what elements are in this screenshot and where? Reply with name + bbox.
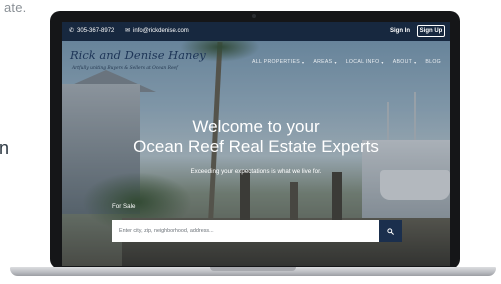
- hero-title-line2: Ocean Reef Real Estate Experts: [133, 137, 379, 156]
- nav-item-local-info[interactable]: LOCAL INFO ▾: [346, 59, 384, 65]
- nav-item-all-properties[interactable]: ALL PROPERTIES ▾: [252, 59, 304, 65]
- nav-item-label: AREAS: [313, 59, 333, 65]
- nav-item-about[interactable]: ABOUT ▾: [393, 59, 417, 65]
- search-input[interactable]: [112, 220, 379, 242]
- hero-subtitle: Exceeding your expectations is what we l…: [190, 168, 322, 175]
- nav-item-label: BLOG: [425, 59, 442, 65]
- phone-number: 305-367-8972: [77, 27, 115, 34]
- search-box: [112, 220, 379, 242]
- camera-icon: [252, 14, 256, 18]
- nav-item-label: ABOUT: [392, 59, 413, 65]
- laptop-notch: [210, 267, 296, 271]
- tab-for-sale[interactable]: For Sale: [112, 203, 135, 210]
- email-address: info@rickdenise.com: [133, 27, 189, 34]
- sign-in-link[interactable]: Sign In: [390, 28, 410, 34]
- logo-title[interactable]: Rick and Denise Haney: [70, 48, 206, 62]
- chevron-down-icon: ▾: [334, 59, 337, 65]
- mail-icon: ✉: [125, 28, 131, 34]
- sign-up-button[interactable]: Sign Up: [417, 25, 445, 37]
- search-icon: [387, 227, 394, 235]
- chevron-down-icon: ▾: [381, 59, 384, 65]
- website-screen: ✆ 305-367-8972 ✉ info@rickdenise.com Sig…: [62, 22, 450, 266]
- logo-tagline: Artfully uniting Buyers & Sellers at Oce…: [72, 66, 178, 71]
- main-nav: ALL PROPERTIES ▾ AREAS ▾ LOCAL INFO ▾ AB…: [252, 59, 441, 65]
- phone-link[interactable]: ✆ 305-367-8972: [69, 27, 115, 35]
- phone-icon: ✆: [69, 28, 75, 34]
- background-text-fragment: ate.: [4, 0, 27, 15]
- top-bar: ✆ 305-367-8972 ✉ info@rickdenise.com Sig…: [62, 22, 450, 41]
- search-button[interactable]: [379, 220, 402, 242]
- hero-title-line1: Welcome to your: [192, 117, 320, 136]
- chevron-down-icon: ▾: [414, 59, 417, 65]
- nav-item-label: ALL PROPERTIES: [252, 59, 301, 65]
- nav-item-label: LOCAL INFO: [345, 59, 380, 65]
- background-text-fragment-left: n: [0, 138, 10, 158]
- email-link[interactable]: ✉ info@rickdenise.com: [125, 27, 189, 35]
- nav-item-blog[interactable]: BLOG: [425, 59, 441, 65]
- chevron-down-icon: ▾: [302, 59, 305, 65]
- nav-item-areas[interactable]: AREAS ▾: [313, 59, 336, 65]
